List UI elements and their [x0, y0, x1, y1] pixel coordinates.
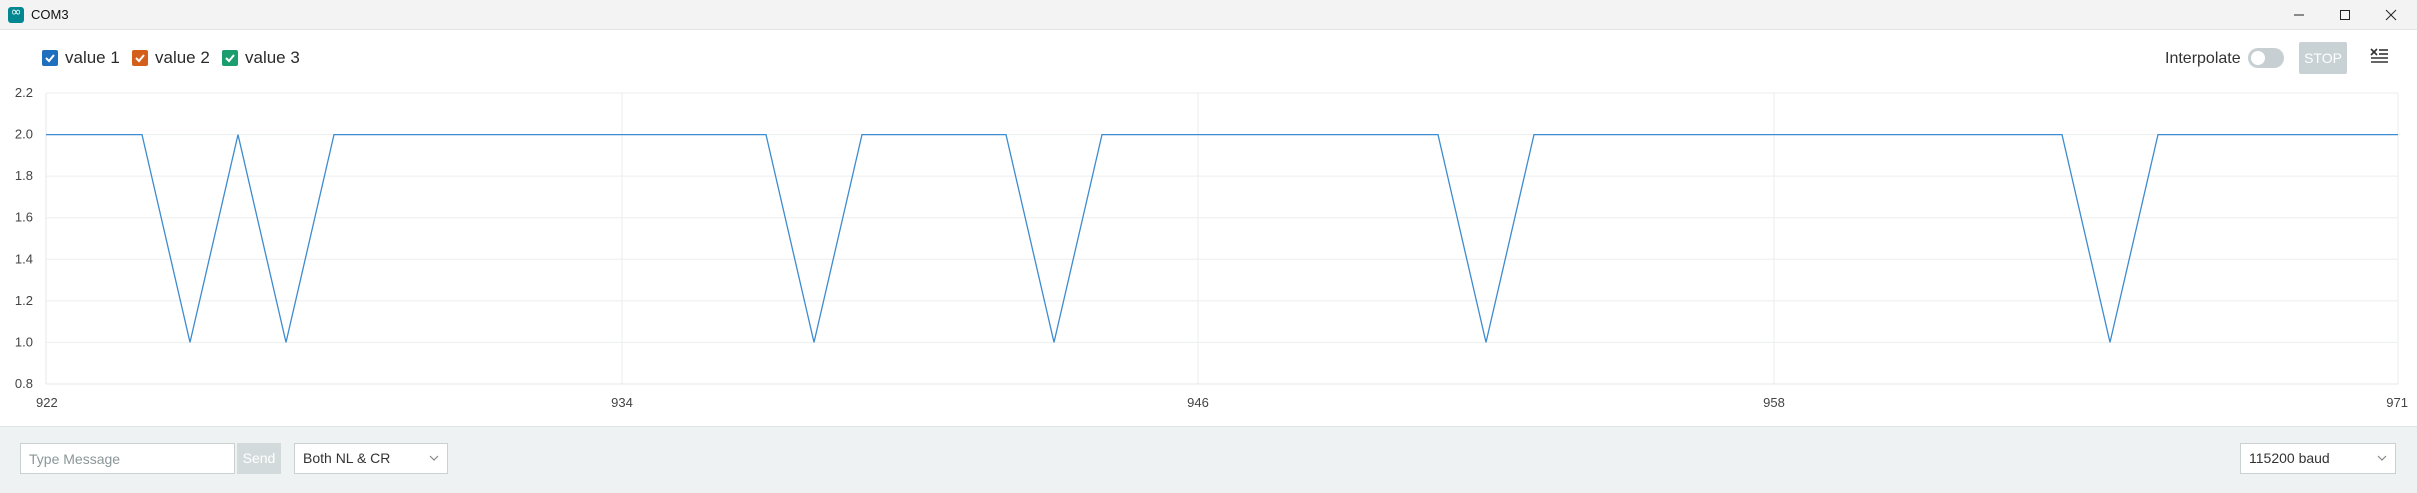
- checkbox-value-2[interactable]: [132, 50, 148, 66]
- message-bar: Send Both NL & CR 115200 baud: [0, 426, 2417, 493]
- legend-label: value 3: [245, 48, 300, 67]
- line-ending-select[interactable]: Both NL & CR: [294, 443, 448, 474]
- legend-item-value-2[interactable]: value 2: [132, 48, 210, 68]
- chevron-down-icon: [429, 455, 439, 461]
- legend-item-value-3[interactable]: value 3: [222, 48, 300, 68]
- chart-series: [46, 133, 2398, 343]
- y-tick-label: 2.2: [15, 85, 33, 100]
- y-tick-label: 0.8: [15, 376, 33, 391]
- baud-rate-value: 115200 baud: [2249, 450, 2330, 466]
- stop-button[interactable]: STOP: [2299, 42, 2347, 74]
- x-tick-label: 971: [2386, 395, 2408, 410]
- x-tick-label: 934: [611, 395, 633, 410]
- legend-item-value-1[interactable]: value 1: [42, 48, 120, 68]
- checkbox-value-3[interactable]: [222, 50, 238, 66]
- checkmark-icon: [225, 54, 235, 63]
- close-icon: [2385, 9, 2397, 21]
- baud-rate-select[interactable]: 115200 baud: [2240, 443, 2396, 474]
- maximize-button[interactable]: [2322, 0, 2368, 30]
- y-tick-label: 1.2: [15, 293, 33, 308]
- toggle-knob: [2251, 51, 2265, 65]
- y-tick-label: 1.4: [15, 251, 33, 266]
- minimize-button[interactable]: [2276, 0, 2322, 30]
- checkmark-icon: [135, 54, 145, 63]
- y-tick-label: 2.0: [15, 127, 33, 142]
- plot-area: 2.2 2.0 1.8 1.6 1.4 1.2 1.0 0.8 922 934 946 958 971: [0, 85, 2417, 425]
- chevron-down-icon: [2377, 455, 2387, 461]
- series-line-value-1: [46, 133, 2398, 343]
- plotter-toolbar: value 1 value 2 value 3 Interpolate STOP: [0, 31, 2417, 85]
- message-input[interactable]: [20, 443, 235, 474]
- y-tick-label: 1.6: [15, 210, 33, 225]
- x-axis: 922 934 946 958 971: [36, 395, 2408, 410]
- minimize-icon: [2294, 14, 2304, 16]
- interpolate-label: Interpolate: [2165, 50, 2241, 67]
- line-chart: 2.2 2.0 1.8 1.6 1.4 1.2 1.0 0.8 922 934 946 958 971: [15, 85, 2408, 410]
- x-tick-label: 922: [36, 395, 58, 410]
- y-axis: 2.2 2.0 1.8 1.6 1.4 1.2 1.0 0.8: [15, 85, 33, 391]
- y-tick-label: 1.8: [15, 168, 33, 183]
- checkbox-value-1[interactable]: [42, 50, 58, 66]
- title-bar: COM3: [0, 0, 2417, 30]
- clear-list-icon[interactable]: [2368, 45, 2390, 67]
- checkmark-icon: [45, 54, 55, 63]
- close-button[interactable]: [2368, 0, 2414, 30]
- maximize-icon: [2340, 10, 2350, 20]
- legend-label: value 2: [155, 48, 210, 67]
- legend-label: value 1: [65, 48, 120, 67]
- line-ending-value: Both NL & CR: [303, 450, 391, 466]
- window-title: COM3: [31, 7, 69, 22]
- x-tick-label: 946: [1187, 395, 1209, 410]
- x-tick-label: 958: [1763, 395, 1785, 410]
- y-tick-label: 1.0: [15, 334, 33, 349]
- arduino-app-icon: [8, 5, 24, 23]
- interpolate-toggle[interactable]: [2248, 48, 2284, 68]
- chart-grid: [45, 92, 2399, 385]
- send-button[interactable]: Send: [237, 443, 281, 474]
